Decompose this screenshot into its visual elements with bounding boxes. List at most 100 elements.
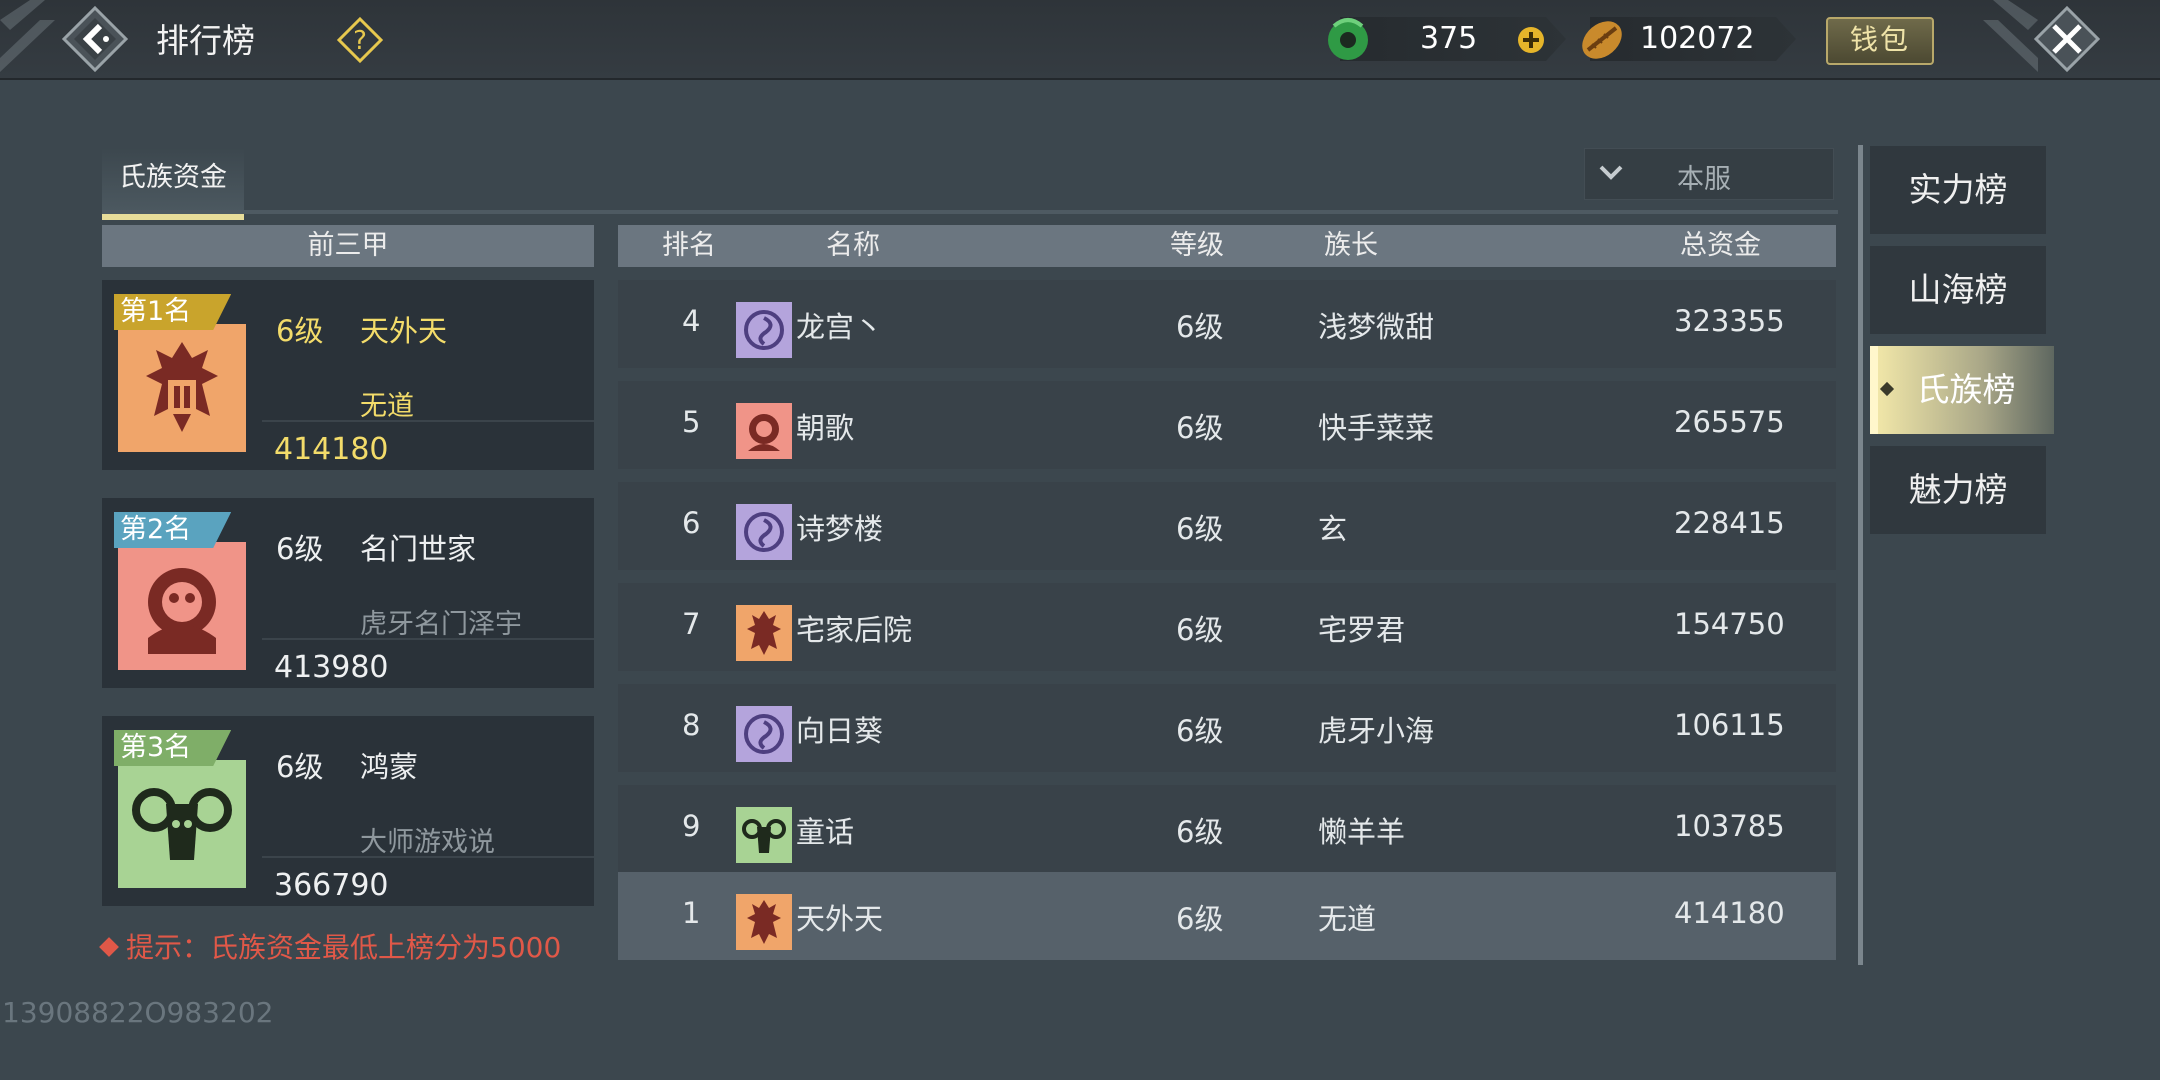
top3-card-3[interactable]: 第3名 6级 鸿蒙 大师游戏说 366790 [102, 716, 594, 906]
leader-cell: 浅梦微甜 [1318, 310, 1435, 344]
level-cell: 6级 [1176, 902, 1224, 936]
clan-leader: 无道 [360, 391, 414, 422]
clan-name-cell: 向日葵 [796, 714, 884, 748]
funds-cell: 103785 [1674, 809, 1785, 843]
my-clan-row[interactable]: 1 天外天 6级 无道 414180 [618, 872, 1836, 960]
col-rank-header: 排名 [662, 230, 716, 261]
jade-amount: 375 [1420, 21, 1478, 56]
clan-emblem-green-ram-icon [118, 760, 246, 888]
rank-cell: 5 [682, 405, 701, 439]
funds-cell: 265575 [1674, 405, 1785, 439]
close-icon[interactable] [2034, 6, 2100, 72]
clan-emblem-orange-totem-icon [736, 894, 792, 950]
back-button[interactable] [62, 6, 128, 72]
clan-funds: 414180 [274, 432, 389, 467]
rank-cell: 1 [682, 896, 701, 930]
table-row[interactable]: 7 宅家后院 6级 宅罗君 154750 [618, 583, 1836, 671]
server-dropdown[interactable]: 本服 [1584, 148, 1834, 200]
col-funds-header: 总资金 [1680, 230, 1761, 261]
nav-clan-rank-label: 氏族榜 [1916, 370, 2016, 409]
chevron-down-icon [1599, 165, 1623, 180]
divider [262, 856, 594, 858]
top-bar: 排行榜 ? 375 102072 钱包 [0, 0, 2160, 80]
ranking-tip: 提示：氏族资金最低上榜分为5000 [99, 926, 562, 966]
jade-coin-icon [1328, 18, 1368, 60]
clan-name-cell: 童话 [796, 815, 855, 849]
clan-leader: 大师游戏说 [360, 827, 495, 858]
leader-cell: 懒羊羊 [1318, 815, 1406, 849]
col-level-header: 等级 [1170, 230, 1224, 261]
funds-cell: 154750 [1674, 607, 1785, 641]
level-cell: 6级 [1176, 815, 1224, 849]
clan-emblem-green-ram-icon [736, 807, 792, 863]
clan-emblem-orange-totem-icon [736, 605, 792, 661]
table-row[interactable]: 4 龙宫丶 6级 浅梦微甜 323355 [618, 280, 1836, 368]
clan-level: 6级 [276, 532, 324, 566]
warning-diamond-icon [99, 937, 119, 957]
rank-badge: 第1名 [114, 294, 231, 330]
top3-card-2[interactable]: 第2名 6级 名门世家 虎牙名门泽宇 413980 [102, 498, 594, 688]
nav-shanhai-rank[interactable]: 山海榜 [1870, 246, 2046, 334]
svg-text:?: ? [353, 26, 367, 56]
rank-badge: 第3名 [114, 730, 231, 766]
nav-clan-rank[interactable]: 氏族榜 [1870, 346, 2054, 434]
funds-cell: 323355 [1674, 304, 1785, 338]
clan-emblem-orange-totem-icon [118, 324, 246, 452]
table-row[interactable]: 5 朝歌 6级 快手菜菜 265575 [618, 381, 1836, 469]
rank-cell: 4 [682, 304, 701, 338]
clan-name-cell: 诗梦楼 [796, 512, 884, 546]
leader-cell: 宅罗君 [1318, 613, 1406, 647]
funds-cell: 228415 [1674, 506, 1785, 540]
add-jade-button[interactable] [1516, 25, 1546, 55]
top3-header: 前三甲 [102, 225, 594, 267]
clan-funds: 366790 [274, 868, 389, 903]
clan-emblem-pink-lion-icon [736, 403, 792, 459]
col-name-header: 名称 [826, 230, 880, 261]
clan-name: 名门世家 [360, 532, 477, 566]
server-dropdown-value: 本服 [1677, 164, 1731, 195]
divider [262, 638, 594, 640]
clan-level: 6级 [276, 314, 324, 348]
rank-cell: 9 [682, 809, 701, 843]
rank-cell: 8 [682, 708, 701, 742]
table-row[interactable]: 9 童话 6级 懒羊羊 103785 [618, 785, 1836, 873]
nav-scrollbar[interactable] [1858, 145, 1863, 965]
page-title: 排行榜 [156, 21, 255, 60]
table-row[interactable]: 8 向日葵 6级 虎牙小海 106115 [618, 684, 1836, 772]
clan-name-cell: 天外天 [796, 902, 884, 936]
col-leader-header: 族长 [1324, 230, 1378, 261]
clan-name-cell: 朝歌 [796, 411, 855, 445]
leader-cell: 虎牙小海 [1318, 714, 1435, 748]
level-cell: 6级 [1176, 411, 1224, 445]
table-row[interactable]: 6 诗梦楼 6级 玄 228415 [618, 482, 1836, 570]
clan-funds: 413980 [274, 650, 389, 685]
rank-badge: 第2名 [114, 512, 231, 548]
rank-cell: 6 [682, 506, 701, 540]
help-icon[interactable]: ? [336, 16, 384, 64]
nav-strength-rank[interactable]: 实力榜 [1870, 146, 2046, 234]
shell-coin-icon [1582, 21, 1622, 59]
clan-level: 6级 [276, 750, 324, 784]
clan-name-cell: 龙宫丶 [796, 310, 884, 344]
nav-charm-rank[interactable]: 魅力榜 [1870, 446, 2046, 534]
clan-name-cell: 宅家后院 [796, 613, 913, 647]
top3-card-1[interactable]: 第1名 6级 天外天 无道 414180 [102, 280, 594, 470]
level-cell: 6级 [1176, 310, 1224, 344]
tab-divider [102, 210, 1838, 214]
divider [262, 420, 594, 422]
funds-cell: 106115 [1674, 708, 1785, 742]
level-cell: 6级 [1176, 512, 1224, 546]
wallet-button[interactable]: 钱包 [1826, 17, 1934, 65]
rank-cell: 7 [682, 607, 701, 641]
clan-emblem-purple-swirl-icon [736, 504, 792, 560]
leader-cell: 玄 [1318, 512, 1348, 546]
corner-ornament-icon [0, 0, 55, 72]
active-indicator-icon [1879, 381, 1895, 397]
clan-emblem-pink-lion-icon [118, 542, 246, 670]
clan-name: 天外天 [360, 314, 448, 348]
coin-amount: 102072 [1640, 21, 1755, 56]
leader-cell: 快手菜菜 [1318, 411, 1435, 445]
clan-leader: 虎牙名门泽宇 [360, 609, 522, 640]
clan-emblem-purple-swirl-icon [736, 302, 792, 358]
ranking-tip-text: 提示：氏族资金最低上榜分为5000 [126, 931, 562, 964]
